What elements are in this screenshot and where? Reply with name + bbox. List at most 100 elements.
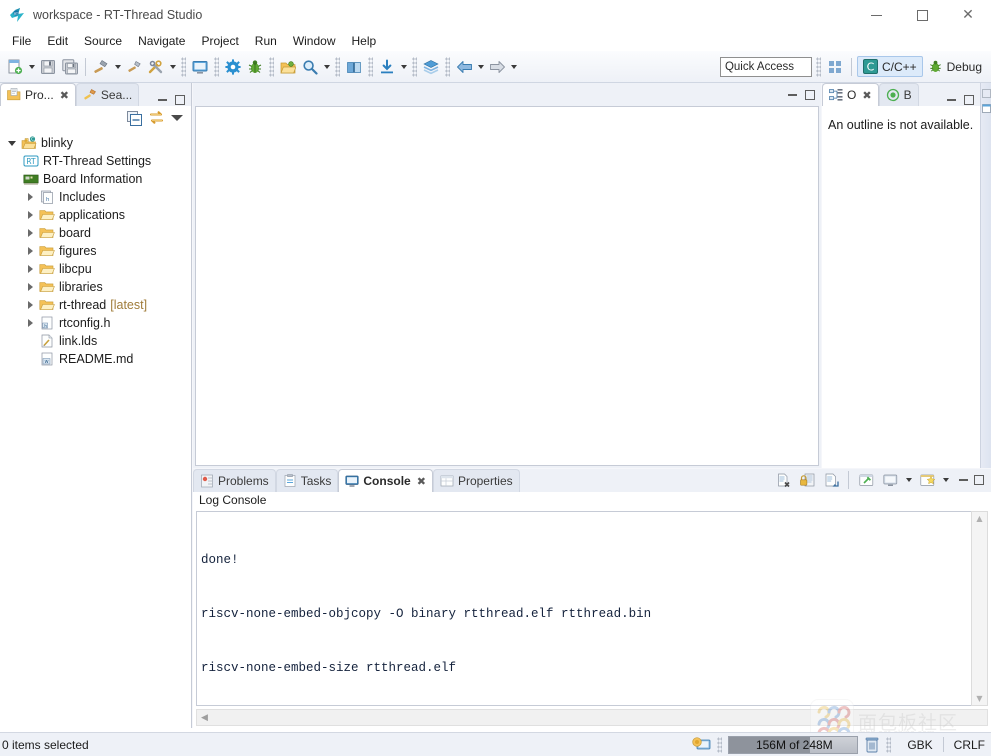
collapse-all-icon[interactable]	[127, 110, 142, 126]
new-file-dropdown-icon[interactable]	[26, 55, 37, 79]
back-arrow-icon[interactable]	[453, 55, 475, 79]
build-tools-icon[interactable]	[145, 55, 167, 79]
console-output[interactable]: done! riscv-none-embed-objcopy -O binary…	[196, 511, 971, 706]
tab-properties[interactable]: Properties	[432, 469, 520, 492]
console-vertical-scrollbar[interactable]: ▲ ▼	[971, 511, 988, 706]
minimize-view-icon[interactable]	[156, 93, 169, 106]
tab-console[interactable]: Console ✖	[338, 469, 433, 492]
new-file-icon[interactable]	[4, 55, 26, 79]
display-selected-console-icon[interactable]	[879, 468, 901, 492]
tab-tasks[interactable]: Tasks	[275, 469, 339, 492]
close-icon[interactable]: ✖	[862, 89, 871, 102]
tab-problems[interactable]: Problems	[193, 469, 276, 492]
open-package-icon[interactable]	[277, 55, 299, 79]
save-icon[interactable]	[37, 55, 59, 79]
editor-canvas[interactable]	[195, 106, 819, 466]
tab-project-explorer[interactable]: Pro... ✖	[0, 83, 76, 106]
tree-item-board-information[interactable]: Board Information	[0, 170, 191, 188]
encoding-status[interactable]: GBK	[907, 738, 932, 752]
scroll-up-icon[interactable]: ▲	[976, 512, 982, 525]
chevron-right-icon[interactable]	[22, 247, 38, 255]
chevron-right-icon[interactable]	[22, 193, 38, 201]
restore-view-icon[interactable]	[981, 89, 991, 98]
maximize-view-icon[interactable]	[972, 474, 985, 487]
close-button[interactable]: ✕	[945, 0, 991, 30]
menu-run[interactable]: Run	[247, 32, 285, 50]
maximize-view-icon[interactable]	[173, 93, 186, 106]
open-console-icon[interactable]	[916, 468, 938, 492]
link-with-editor-icon[interactable]	[148, 110, 165, 126]
chevron-down-icon[interactable]	[4, 141, 20, 146]
build-tools-dropdown-icon[interactable]	[167, 55, 178, 79]
chevron-right-icon[interactable]	[22, 265, 38, 273]
open-console-dropdown-icon[interactable]	[940, 468, 951, 492]
show-console-on-output-icon[interactable]	[820, 468, 842, 492]
chevron-right-icon[interactable]	[22, 319, 38, 327]
scroll-left-icon[interactable]: ◀	[197, 713, 208, 723]
console-horizontal-scrollbar[interactable]: ◀	[196, 709, 988, 726]
tree-item-rt-thread-settings[interactable]: RT RT-Thread Settings	[0, 152, 191, 170]
menu-file[interactable]: File	[4, 32, 39, 50]
close-icon[interactable]: ✖	[60, 89, 69, 102]
minimize-view-icon[interactable]	[786, 88, 799, 101]
perspective-debug[interactable]: Debug	[923, 57, 987, 76]
build-status-icon[interactable]	[691, 736, 711, 754]
chevron-right-icon[interactable]	[22, 301, 38, 309]
tree-item-link-lds[interactable]: link.lds	[0, 332, 191, 350]
display-selected-console-dropdown-icon[interactable]	[903, 468, 914, 492]
minimized-view-icon[interactable]	[981, 104, 991, 113]
tree-item-rtconfig-h[interactable]: .h rtconfig.h	[0, 314, 191, 332]
scroll-lock-icon[interactable]	[796, 468, 818, 492]
forward-dropdown-icon[interactable]	[508, 55, 519, 79]
line-delimiter-status[interactable]: CRLF	[954, 738, 985, 752]
minimize-view-icon[interactable]	[957, 474, 970, 487]
download-icon[interactable]	[376, 55, 398, 79]
clear-console-icon[interactable]	[772, 468, 794, 492]
build-dropdown-icon[interactable]	[112, 55, 123, 79]
chevron-right-icon[interactable]	[22, 229, 38, 237]
minimize-button[interactable]	[853, 0, 899, 30]
maximize-button[interactable]	[899, 0, 945, 30]
scroll-down-icon[interactable]: ▼	[976, 692, 982, 705]
tree-item-readme-md[interactable]: w README.md	[0, 350, 191, 368]
menu-project[interactable]: Project	[193, 32, 246, 50]
back-dropdown-icon[interactable]	[475, 55, 486, 79]
trash-icon[interactable]	[864, 736, 880, 754]
tree-item-figures[interactable]: figures	[0, 242, 191, 260]
settings-gear-icon[interactable]	[222, 55, 244, 79]
tab-breakpoints[interactable]: B	[878, 83, 919, 106]
heap-monitor[interactable]: 156M of 248M	[728, 735, 859, 754]
menu-source[interactable]: Source	[76, 32, 130, 50]
book-icon[interactable]	[343, 55, 365, 79]
tree-item-rt-thread[interactable]: rt-thread [latest]	[0, 296, 191, 314]
search-icon[interactable]	[299, 55, 321, 79]
tree-item-applications[interactable]: applications	[0, 206, 191, 224]
tree-item-board[interactable]: board	[0, 224, 191, 242]
save-all-icon[interactable]	[59, 55, 81, 79]
search-dropdown-icon[interactable]	[321, 55, 332, 79]
tree-item-libraries[interactable]: libraries	[0, 278, 191, 296]
terminal-icon[interactable]	[189, 55, 211, 79]
view-menu-icon[interactable]	[171, 115, 183, 121]
pin-console-icon[interactable]	[855, 468, 877, 492]
close-icon[interactable]: ✖	[417, 475, 426, 488]
maximize-view-icon[interactable]	[803, 88, 816, 101]
tree-item-includes[interactable]: h Includes	[0, 188, 191, 206]
tab-outline[interactable]: O ✖	[822, 83, 879, 106]
build-hammer-icon[interactable]	[90, 55, 112, 79]
menu-navigate[interactable]: Navigate	[130, 32, 193, 50]
maximize-view-icon[interactable]	[962, 93, 975, 106]
clean-icon[interactable]	[123, 55, 145, 79]
layers-icon[interactable]	[420, 55, 442, 79]
menu-window[interactable]: Window	[285, 32, 344, 50]
download-dropdown-icon[interactable]	[398, 55, 409, 79]
tree-item-libcpu[interactable]: libcpu	[0, 260, 191, 278]
grid-perspective-icon[interactable]	[824, 55, 846, 79]
chevron-right-icon[interactable]	[22, 211, 38, 219]
tab-search[interactable]: Sea...	[75, 83, 140, 106]
debug-bug-icon[interactable]	[244, 55, 266, 79]
menu-edit[interactable]: Edit	[39, 32, 76, 50]
tree-item-blinky[interactable]: C blinky	[0, 134, 191, 152]
menu-help[interactable]: Help	[344, 32, 385, 50]
minimize-view-icon[interactable]	[945, 93, 958, 106]
